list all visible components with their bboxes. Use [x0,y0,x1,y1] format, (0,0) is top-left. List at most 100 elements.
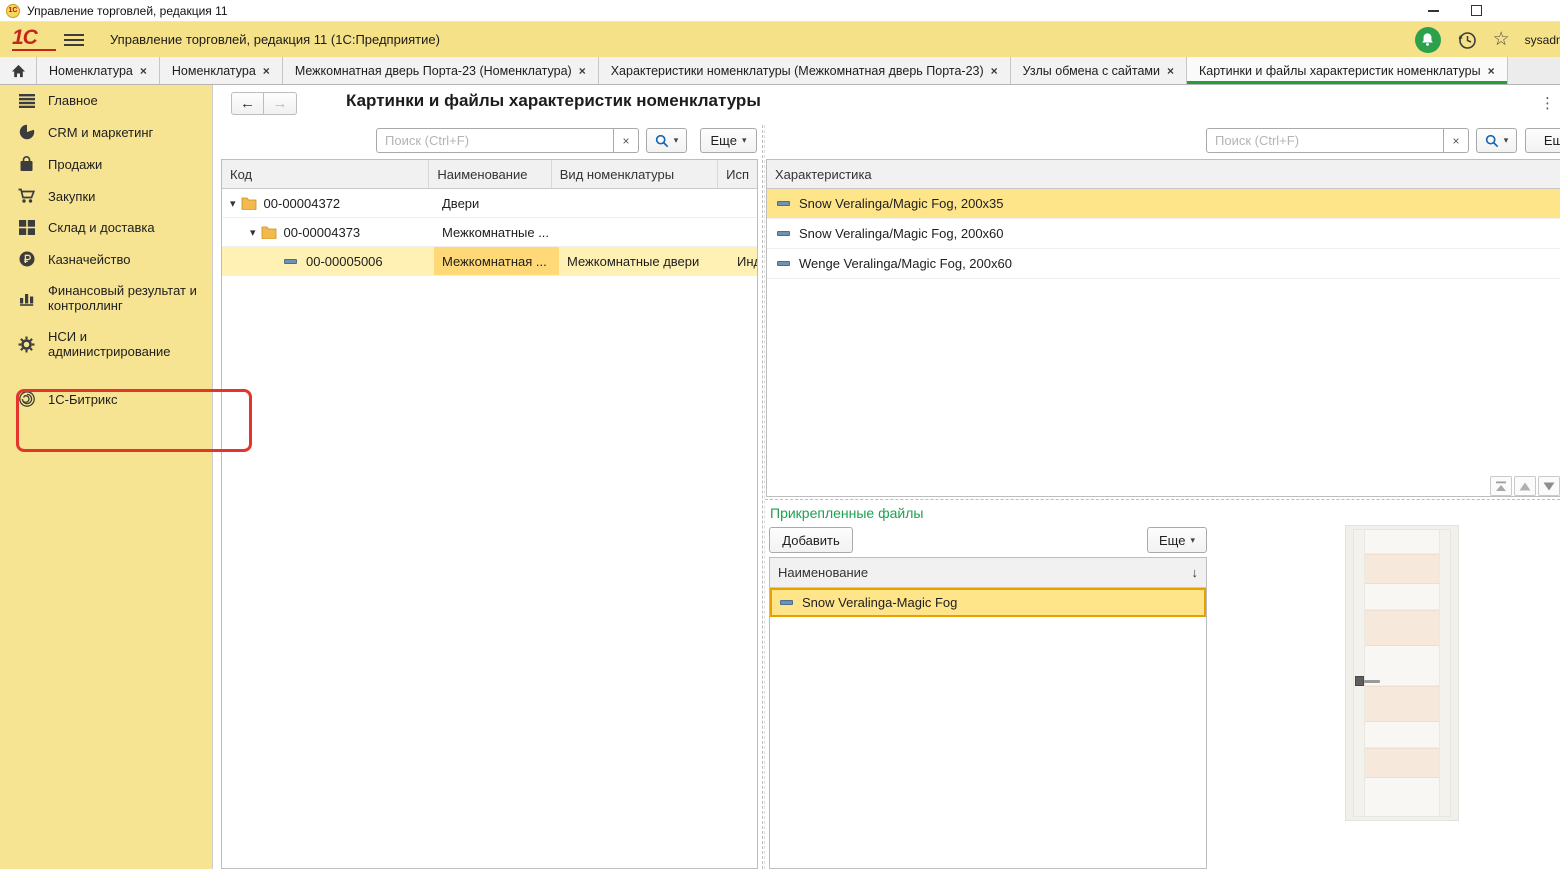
sort-down-icon: ↓ [1192,565,1199,580]
tab-pictures-files[interactable]: Картинки и файлы характеристик номенклат… [1187,57,1508,84]
column-header-code[interactable]: Код [222,160,429,188]
door-frame [1345,525,1459,821]
move-to-top-button[interactable] [1490,476,1512,496]
close-icon[interactable]: × [140,64,147,78]
table-row[interactable]: ▾ 00-00004372 Двери [222,189,757,218]
search-button[interactable]: ▾ [1476,128,1517,153]
more-button[interactable]: Еще ▾ [700,128,757,153]
column-header-filename[interactable]: Наименование ↓ [770,558,1206,587]
application-window: 1С Управление торговлей, редакция 11 1С … [0,0,1560,869]
minimize-icon[interactable] [1428,10,1439,12]
chevron-down-icon: ▾ [1504,135,1509,146]
more-menu-kebab-icon[interactable]: ⋮ [1540,94,1555,112]
navigation-buttons: ← → [231,92,297,115]
sidebar-item-treasury[interactable]: Казначейство [0,243,212,275]
tab-home[interactable] [0,57,37,84]
vertical-splitter[interactable] [762,125,765,869]
close-icon[interactable]: × [263,64,270,78]
item-dash-icon [777,261,790,266]
sidebar-item-warehouse[interactable]: Склад и доставка [0,212,212,243]
add-file-button[interactable]: Добавить [769,527,853,553]
grid-icon [18,220,35,235]
app-header-bar: 1С Управление торговлей, редакция 11 (1С… [0,22,1560,57]
item-dash-icon [780,600,793,605]
sidebar-item-nsi-administration[interactable]: НСИ и администрирование [0,321,212,367]
move-up-icon [1519,482,1531,491]
back-button[interactable]: ← [231,92,264,115]
close-icon[interactable]: × [991,64,998,78]
sidebar-item-financial-result[interactable]: Финансовый результат и контроллинг [0,275,212,321]
gear-icon [18,336,35,353]
item-dash-icon [777,231,790,236]
current-user-label[interactable]: sysadm [1525,33,1560,47]
shopping-bag-icon [18,156,35,172]
column-header-use[interactable]: Исп [718,160,757,188]
clear-search-icon[interactable]: × [613,129,638,152]
table-header: Наименование ↓ [770,558,1206,588]
folder-icon [241,197,257,210]
home-icon [11,64,26,78]
main-content: ← → Картинки и файлы характеристик номен… [212,85,1560,869]
tab-nomenclature-1[interactable]: Номенклатура × [37,57,160,84]
1c-window-icon: 1С [6,4,20,18]
characteristic-row[interactable]: Snow Veralinga/Magic Fog, 200x60 [767,219,1560,249]
tree-expander-icon[interactable]: ▾ [230,197,236,210]
1c-logo: 1С [12,28,56,51]
search-icon [655,134,669,148]
sidebar-item-sales[interactable]: Продажи [0,148,212,180]
bitrix-spiral-icon [18,391,35,407]
search-button[interactable]: ▾ [646,128,687,153]
move-down-icon [1543,482,1555,491]
table-row-selected[interactable]: 00-00005006 Межкомнатная ... Межкомнатны… [222,247,757,276]
history-icon[interactable] [1456,29,1478,51]
door-glass-panel [1364,610,1440,646]
sidebar-item-1c-bitrix[interactable]: 1С-Битрикс [0,383,212,415]
move-up-button[interactable] [1514,476,1536,496]
tab-door-porta23[interactable]: Межкомнатная дверь Порта-23 (Номенклатур… [283,57,599,84]
forward-button[interactable]: → [264,92,297,115]
chevron-down-icon: ▾ [742,135,747,146]
table-header: Характеристика [767,160,1560,189]
sidebar-item-crm-marketing[interactable]: CRM и маркетинг [0,116,212,148]
sidebar-item-purchases[interactable]: Закупки [0,180,212,212]
nomenclature-table: Код Наименование Вид номенклатуры Исп ▾ … [221,159,758,869]
favorites-star-icon[interactable]: ☆ [1493,28,1510,51]
attached-file-row-selected[interactable]: Snow Veralinga-Magic Fog [770,588,1206,617]
horizontal-splitter[interactable] [765,499,1560,502]
door-glass-panel [1364,554,1440,584]
more-button[interactable]: Ещ [1525,128,1560,153]
menu-lines-icon [18,94,35,108]
tab-characteristics[interactable]: Характеристики номенклатуры (Межкомнатна… [599,57,1011,84]
tab-nomenclature-2[interactable]: Номенклатура × [160,57,283,84]
close-icon[interactable]: × [1167,64,1174,78]
folder-icon [261,226,277,239]
search-input[interactable] [377,129,613,152]
characteristic-row-selected[interactable]: Snow Veralinga/Magic Fog, 200x35 [767,189,1560,219]
column-header-characteristic[interactable]: Характеристика [767,160,1560,188]
door-handle-lever [1364,680,1380,683]
page-title: Картинки и файлы характеристик номенклат… [346,91,761,111]
tree-expander-icon[interactable]: ▾ [250,226,256,239]
column-header-kind[interactable]: Вид номенклатуры [552,160,718,188]
table-row[interactable]: ▾ 00-00004373 Межкомнатные ... [222,218,757,247]
more-button[interactable]: Еще ▾ [1147,527,1207,553]
column-header-name[interactable]: Наименование [429,160,551,188]
door-preview-image[interactable] [1338,525,1466,821]
clear-search-icon[interactable]: × [1443,129,1468,152]
main-menu-icon[interactable] [64,34,84,46]
sidebar-item-main[interactable]: Главное [0,85,212,116]
move-down-button[interactable] [1538,476,1560,496]
maximize-icon[interactable] [1471,5,1482,16]
close-icon[interactable]: × [579,64,586,78]
characteristic-row[interactable]: Wenge Veralinga/Magic Fog, 200x60 [767,249,1560,279]
search-icon [1485,134,1499,148]
characteristics-table: Характеристика Snow Veralinga/Magic Fog,… [766,159,1560,497]
window-titlebar: 1С Управление торговлей, редакция 11 [0,0,1560,22]
notifications-button[interactable] [1415,27,1441,53]
ruble-circle-icon [18,251,35,267]
chevron-down-icon: ▾ [1190,535,1195,546]
bell-icon [1420,32,1435,47]
close-icon[interactable]: × [1488,64,1495,78]
tab-exchange-nodes[interactable]: Узлы обмена с сайтами × [1011,57,1187,84]
search-input[interactable] [1207,129,1443,152]
